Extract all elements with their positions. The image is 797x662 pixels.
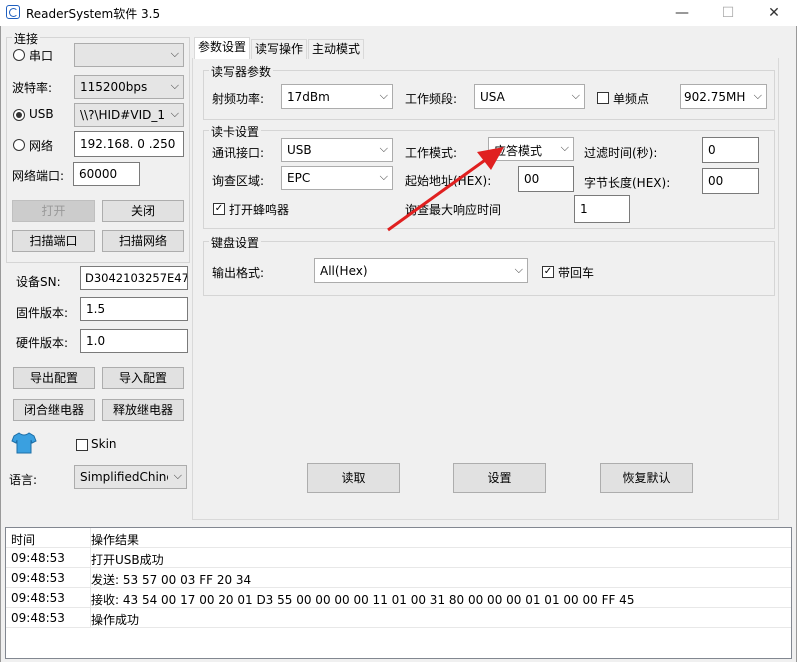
hardware-field: 1.0 [80, 329, 188, 353]
rf-power-label: 射频功率: [212, 92, 265, 106]
band-select[interactable]: USA ⌵ [474, 84, 585, 109]
carriage-return-checkbox[interactable]: ✓ [542, 266, 554, 278]
chevron-down-icon: ⌵ [514, 263, 523, 276]
tab-read-write[interactable]: 读写操作 [251, 39, 307, 59]
scan-port-button[interactable]: 扫描端口 [12, 230, 95, 252]
log-row[interactable]: 09:48:53 操作成功 [6, 608, 791, 628]
single-freq-checkbox[interactable] [597, 92, 609, 104]
usb-label: USB [29, 107, 54, 121]
log-header: 时间 操作结果 [6, 528, 791, 548]
chevron-down-icon: ⌵ [170, 107, 179, 120]
maximize-button[interactable]: ☐ [705, 0, 751, 26]
app-icon [6, 5, 20, 19]
close-button[interactable]: 关闭 [102, 200, 184, 222]
ip-address-input[interactable]: 192.168. 0 .250 [74, 131, 184, 157]
carriage-return-label: 带回车 [558, 266, 595, 280]
hardware-label: 硬件版本: [16, 336, 69, 350]
baud-label: 波特率: [12, 81, 53, 95]
sn-label: 设备SN: [16, 275, 61, 289]
chevron-down-icon: ⌵ [753, 89, 762, 102]
tshirt-icon[interactable] [11, 431, 37, 455]
restore-default-button[interactable]: 恢复默认 [600, 463, 693, 493]
usb-radio[interactable] [13, 109, 25, 121]
interface-label: 通讯接口: [212, 146, 265, 160]
chevron-down-icon: ⌵ [571, 89, 580, 102]
start-address-input[interactable]: 00 [518, 166, 574, 192]
scan-network-button[interactable]: 扫描网络 [102, 230, 184, 252]
time-column-header[interactable]: 时间 [11, 531, 35, 548]
buzzer-label: 打开蜂鸣器 [229, 203, 290, 217]
chevron-down-icon: ⌵ [170, 47, 179, 60]
output-format-label: 输出格式: [212, 266, 265, 280]
chevron-down-icon: ⌵ [170, 79, 179, 92]
filter-time-input[interactable]: 0 [702, 137, 759, 163]
skin-label: Skin [91, 437, 117, 451]
log-row[interactable]: 09:48:53 接收: 43 54 00 17 00 20 01 D3 55 … [6, 588, 791, 608]
open-button[interactable]: 打开 [12, 200, 95, 222]
byte-length-label: 字节长度(HEX): [584, 176, 671, 190]
byte-length-input[interactable]: 00 [702, 168, 759, 194]
sn-field: D3042103257E47 [80, 266, 188, 290]
chevron-down-icon: ⌵ [560, 141, 569, 154]
chevron-down-icon: ⌵ [173, 469, 182, 482]
operation-log[interactable]: 时间 操作结果 09:48:53 打开USB成功 09:48:53 发送: 53… [5, 527, 792, 659]
window-title: ReaderSystem软件 3.5 [26, 7, 161, 21]
firmware-field: 1.5 [80, 297, 188, 321]
usb-device-select[interactable]: \\?\HID#VID_1A ⌵ [74, 103, 184, 127]
log-row[interactable]: 09:48:53 发送: 53 57 00 03 FF 20 34 [6, 568, 791, 588]
query-area-select[interactable]: EPC ⌵ [281, 166, 393, 190]
frequency-select[interactable]: 902.75MH ⌵ [680, 84, 767, 109]
tab-active-mode[interactable]: 主动模式 [308, 39, 364, 59]
band-label: 工作频段: [405, 92, 458, 106]
release-relay-button[interactable]: 释放继电器 [102, 399, 184, 421]
tab-parameters[interactable]: 参数设置 [194, 37, 250, 59]
serial-port-select[interactable]: ⌵ [74, 43, 184, 67]
annotation-arrow [387, 147, 504, 232]
connect-group-label: 连接 [12, 30, 41, 47]
skin-checkbox[interactable] [76, 439, 88, 451]
title-bar: ReaderSystem软件 3.5 — ☐ ✕ [0, 0, 797, 26]
set-button[interactable]: 设置 [453, 463, 546, 493]
close-relay-button[interactable]: 闭合继电器 [13, 399, 95, 421]
rf-power-select[interactable]: 17dBm ⌵ [281, 84, 393, 109]
close-window-button[interactable]: ✕ [751, 0, 797, 26]
minimize-button[interactable]: — [659, 0, 705, 26]
baud-rate-select[interactable]: 115200bps ⌵ [74, 75, 184, 99]
filter-time-label: 过滤时间(秒): [584, 146, 658, 160]
single-freq-label: 单频点 [613, 92, 650, 106]
max-response-input[interactable]: 1 [574, 195, 630, 223]
output-format-select[interactable]: All(Hex) ⌵ [314, 258, 528, 283]
card-settings-label: 读卡设置 [209, 123, 262, 140]
buzzer-checkbox[interactable]: ✓ [213, 203, 225, 215]
language-select[interactable]: SimplifiedChines⌵ [74, 465, 187, 489]
export-config-button[interactable]: 导出配置 [13, 367, 95, 389]
firmware-label: 固件版本: [16, 306, 69, 320]
keyboard-settings-label: 键盘设置 [209, 234, 262, 251]
interface-select[interactable]: USB ⌵ [281, 138, 393, 162]
read-button[interactable]: 读取 [307, 463, 400, 493]
network-radio[interactable] [13, 139, 25, 151]
log-row[interactable]: 09:48:53 打开USB成功 [6, 548, 791, 568]
reader-params-label: 读写器参数 [209, 63, 274, 80]
query-area-label: 询查区域: [212, 174, 265, 188]
import-config-button[interactable]: 导入配置 [102, 367, 184, 389]
network-label: 网络 [29, 139, 54, 153]
result-column-header[interactable]: 操作结果 [91, 531, 139, 548]
language-label: 语言: [9, 473, 38, 487]
network-port-input[interactable]: 60000 [73, 162, 140, 186]
chevron-down-icon: ⌵ [379, 89, 388, 102]
serial-radio[interactable] [13, 49, 25, 61]
serial-label: 串口 [29, 49, 54, 63]
port-label: 网络端口: [12, 169, 65, 183]
